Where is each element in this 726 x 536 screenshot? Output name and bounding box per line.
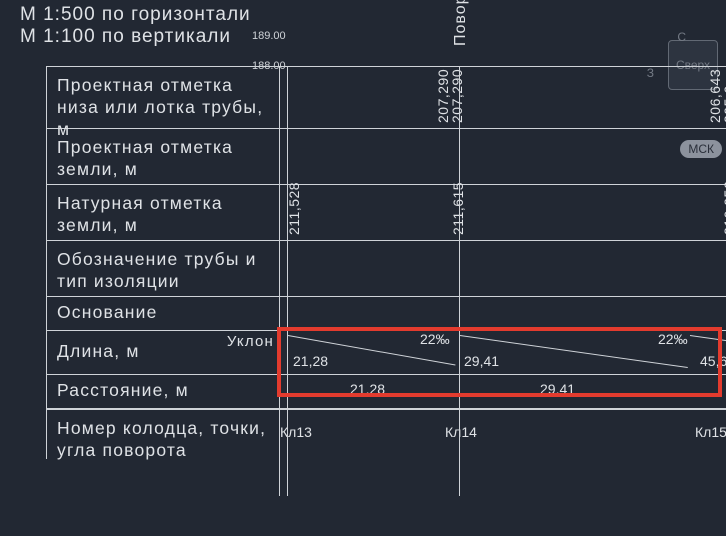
label-pipe-designation: Обозначение трубы и тип изоляции [47,241,280,296]
value-well-1: Кл13 [280,424,312,440]
row-length-slope: Длина, м Уклон 22‰ 22‰ 21,28 29,41 45,6 [47,331,726,375]
label-base: Основание [47,297,280,330]
value-pipe-mark-c1b: 207,290 [449,69,465,123]
value-well-3: Кл15 [695,424,726,440]
profile-table: Проектная отметка низа или лотка трубы, … [46,66,726,459]
slope-line-3 [690,335,726,344]
value-distance-2: 29,41 [540,381,575,397]
axis-label-turn-left: Повор [452,0,470,46]
elev-tick-189: 189.00 [252,30,286,42]
value-ground-c1: 211,528 [286,182,302,235]
scale-vertical: М 1:100 по вертикали [20,26,251,48]
scale-notation: М 1:500 по горизонтали М 1:100 по вертик… [20,4,251,48]
value-slope-2: 22‰ [658,331,688,347]
label-distance: Расстояние, м [47,375,280,408]
row-base: Основание [47,297,726,331]
label-length: Длина, м Уклон [47,331,280,374]
row-well-number: Номер колодца, точки, угла поворота Кл13… [47,409,726,459]
value-length-3: 45,6 [700,353,726,369]
row-distance: Расстояние, м 21,28 29,41 [47,375,726,409]
label-design-pipe-mark: Проектная отметка низа или лотка трубы, … [47,67,280,128]
value-pipe-mark-c3b: 205,6 [721,85,726,123]
value-length-2: 29,41 [464,353,499,369]
row-natural-ground-mark: Натурная отметка земли, м 211,528 211,61… [47,185,726,241]
value-slope-1: 22‰ [420,331,450,347]
value-ground-c3: 210,056 [721,181,726,235]
station-line-2 [459,66,460,496]
row-design-ground-mark: Проектная отметка земли, м [47,129,726,185]
value-length-1: 21,28 [293,353,328,369]
label-design-ground-mark: Проектная отметка земли, м [47,129,280,184]
value-distance-1: 21,28 [350,381,385,397]
value-well-2: Кл14 [445,424,477,440]
row-design-pipe-mark: Проектная отметка низа или лотка трубы, … [47,67,726,129]
compass-north: С [677,30,686,44]
cad-viewport: М 1:500 по горизонтали М 1:100 по вертик… [0,0,726,536]
value-ground-c2: 211,615 [450,182,466,235]
row-pipe-designation: Обозначение трубы и тип изоляции [47,241,726,297]
station-line-1 [287,66,288,496]
label-natural-ground-mark: Натурная отметка земли, м [47,185,280,240]
label-slope: Уклон [227,333,274,352]
scale-horizontal: М 1:500 по горизонтали [20,4,251,26]
label-well-number: Номер колодца, точки, угла поворота [47,410,280,459]
grid-column-line [279,66,280,496]
